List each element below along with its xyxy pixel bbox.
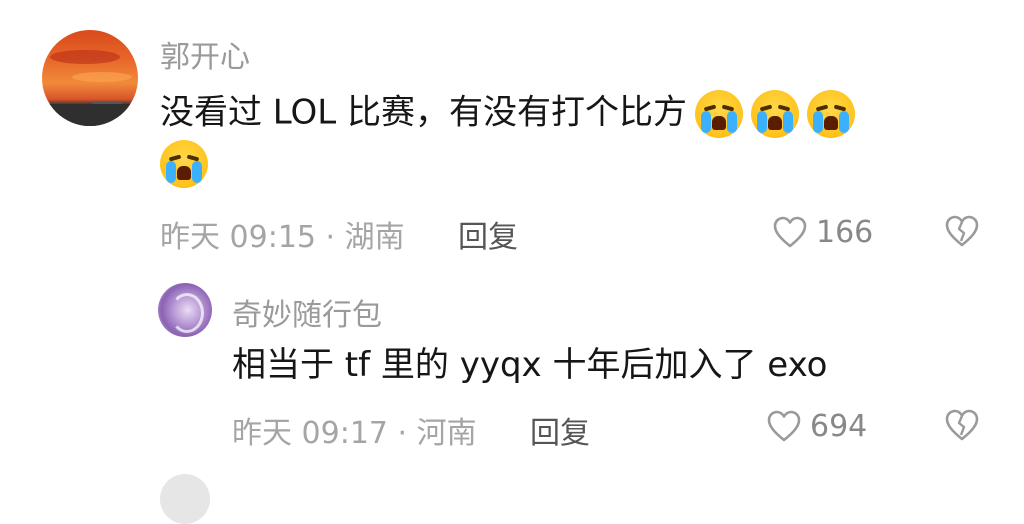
dislike-button[interactable] [944,214,980,252]
comment-meta: 昨天 09:15 · 湖南 [160,220,405,255]
avatar-cloud [72,72,132,82]
heart-outline-icon [767,410,801,442]
loudly-crying-face-emoji-icon [160,140,208,188]
avatar-ground [42,104,138,126]
comment-meta: 昨天 09:17 · 河南 [232,416,477,451]
dislike-button[interactable] [944,408,980,446]
comment-text: 相当于 tf 里的 yyqx 十年后加入了 exo [232,345,828,385]
heart-outline-icon [773,216,807,248]
loudly-crying-face-emoji-icon [751,90,800,138]
broken-heart-outline-icon [945,215,979,247]
loudly-crying-face-emoji-icon [695,90,744,138]
reply-button[interactable]: 回复 [458,212,518,256]
reply-button[interactable]: 回复 [530,408,590,452]
like-count: 166 [816,214,874,250]
comment-text: 没看过 LOL 比赛，有没有打个比方 [160,90,856,138]
like-button[interactable]: 694 [766,406,867,446]
username[interactable]: 郭开心 [160,32,250,76]
avatar[interactable] [42,30,138,126]
avatar[interactable] [158,283,212,337]
avatar[interactable] [160,474,210,524]
like-count: 694 [810,408,868,444]
loudly-crying-face-emoji-icon [807,90,856,138]
username[interactable]: 奇妙随行包 [232,290,382,334]
comment-text-line2 [152,140,208,188]
comment-text-body: 没看过 LOL 比赛，有没有打个比方 [160,92,688,133]
like-button[interactable]: 166 [772,212,873,252]
broken-heart-outline-icon [945,409,979,441]
avatar-cloud [50,50,120,64]
avatar-swirl [170,293,204,333]
